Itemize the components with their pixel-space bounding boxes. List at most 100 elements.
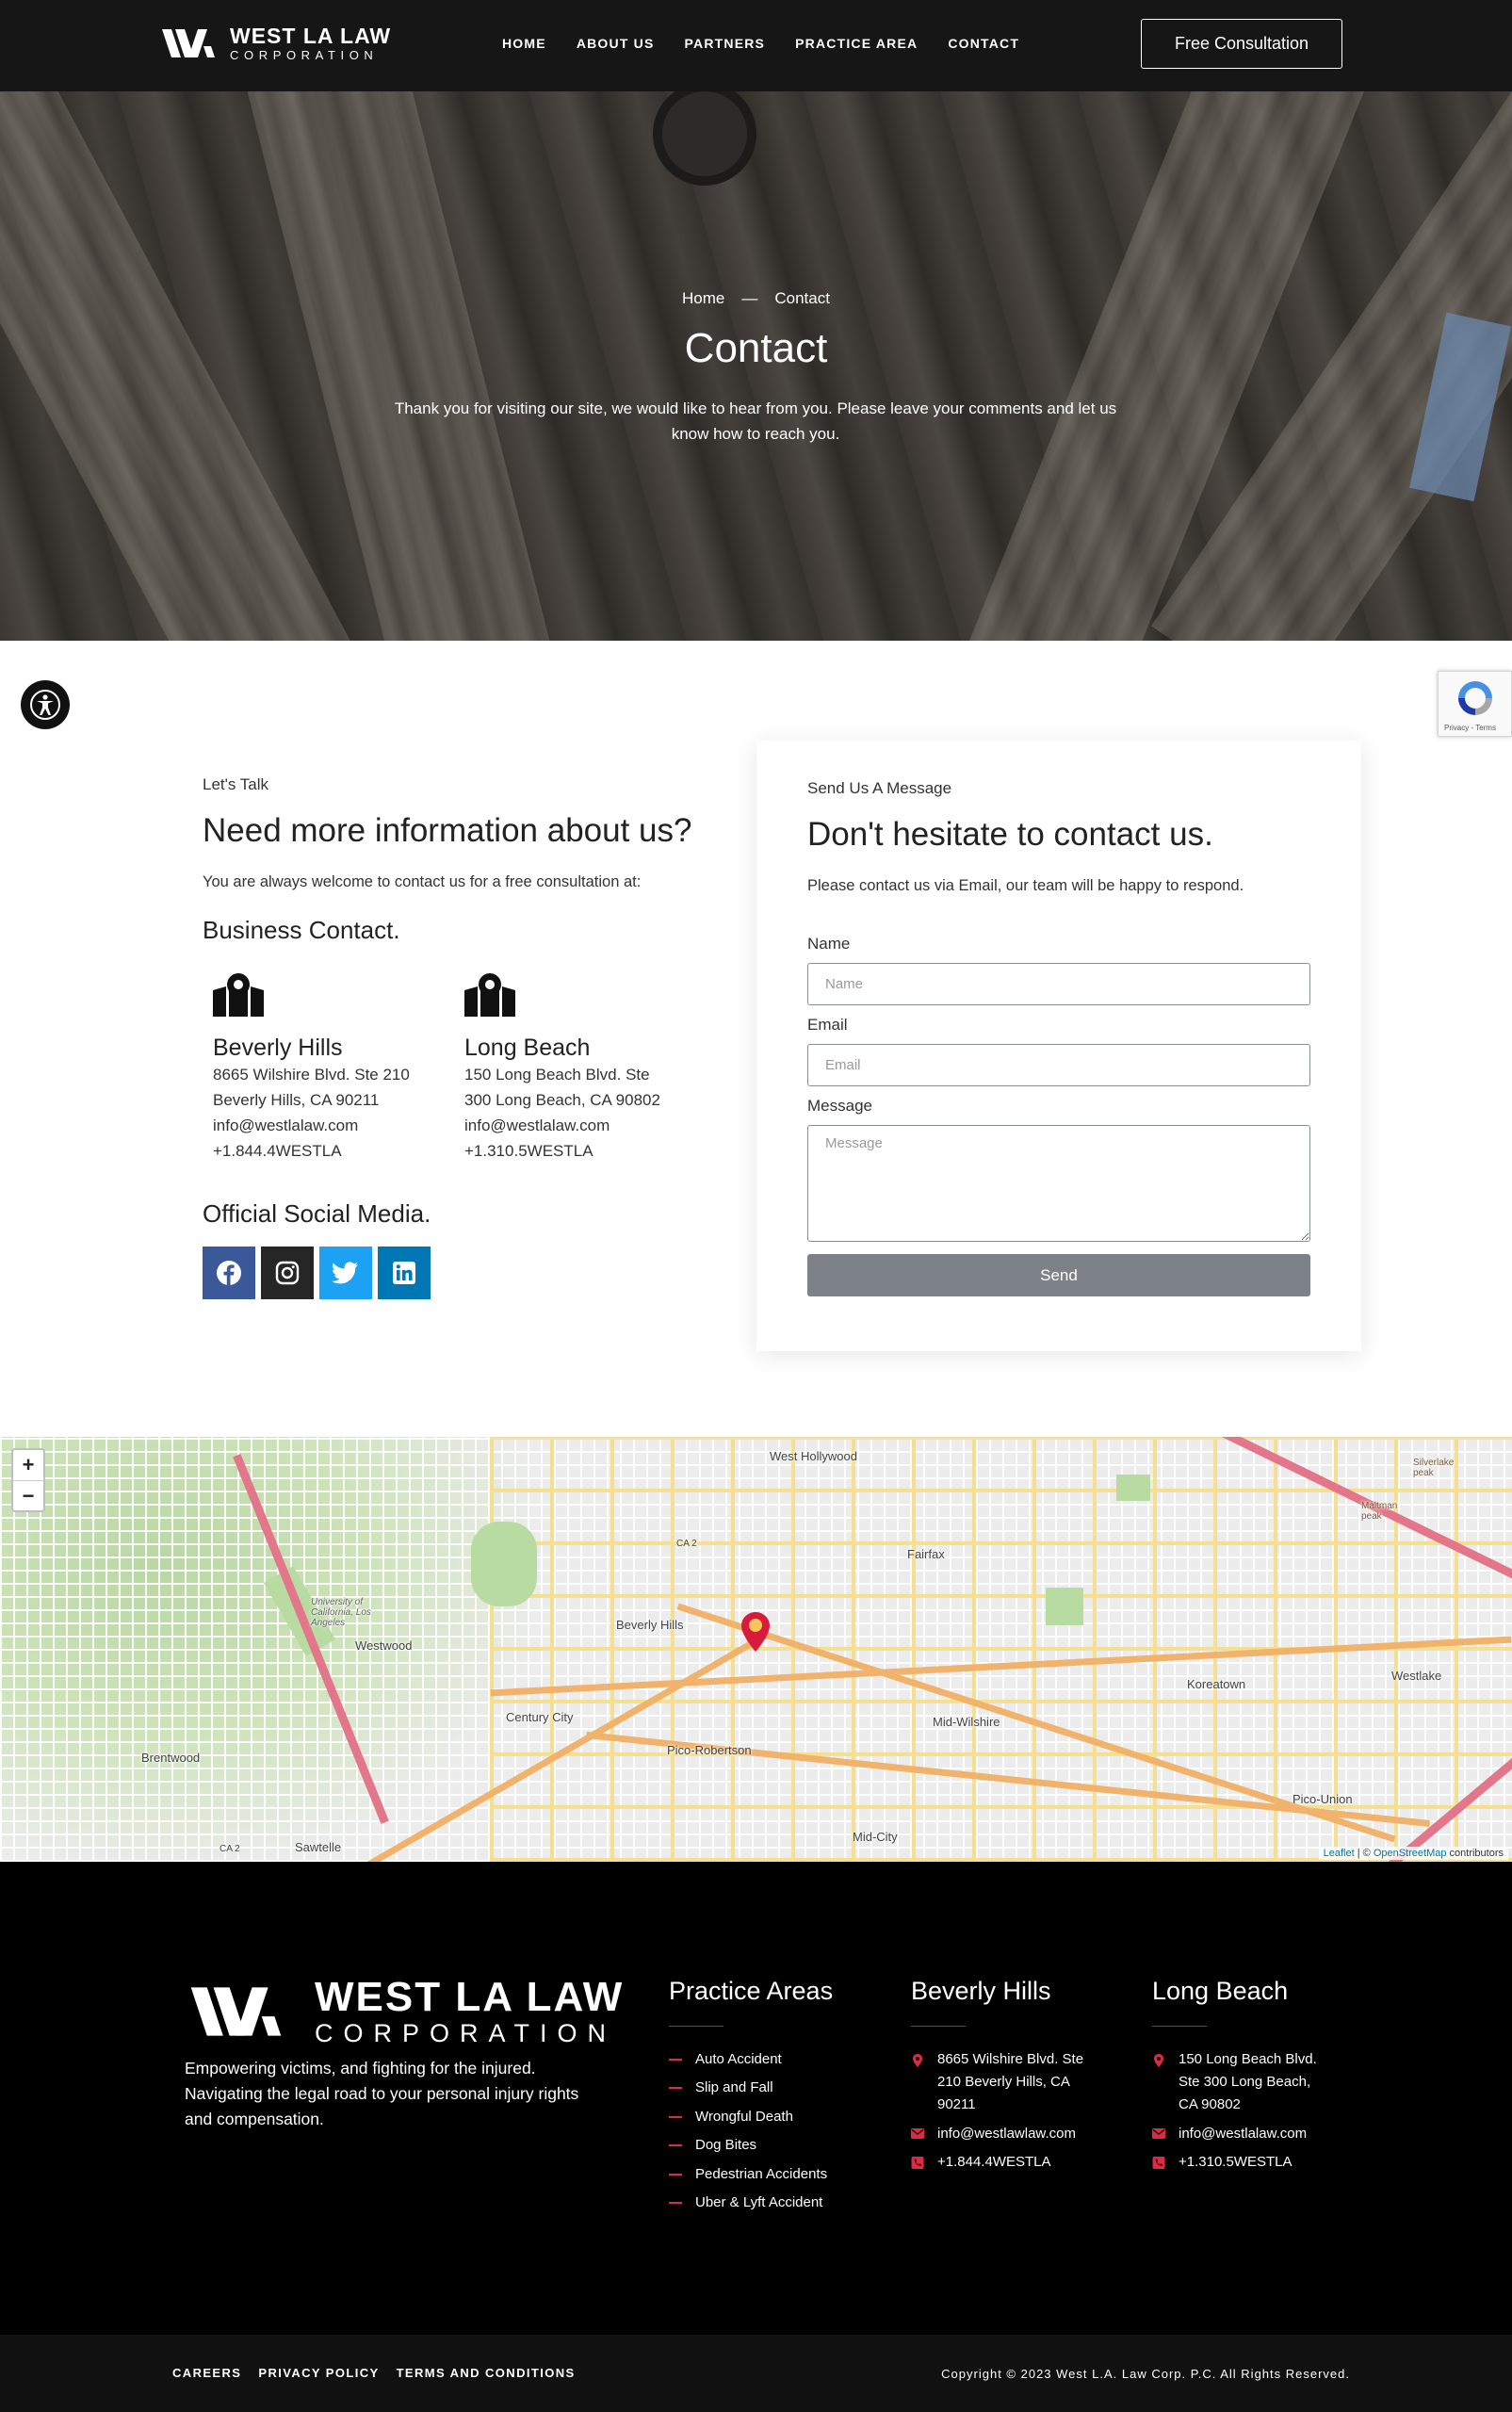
form-heading: Don't hesitate to contact us.: [807, 816, 1213, 853]
free-consultation-button[interactable]: Free Consultation: [1141, 19, 1342, 69]
nav-partners[interactable]: PARTNERS: [685, 36, 766, 51]
contact-eyebrow: Let's Talk: [203, 775, 269, 793]
nav-contact[interactable]: CONTACT: [948, 36, 1019, 51]
map-marker[interactable]: [741, 1612, 770, 1656]
map-road-label: CA 2: [219, 1844, 240, 1854]
map-marker-icon: [913, 2054, 922, 2067]
dash-icon: [669, 2173, 682, 2176]
footer-practice-link[interactable]: Wrongful Death: [669, 2109, 793, 2125]
location-marker-icon: [741, 1612, 770, 1652]
map-label: West Hollywood: [770, 1449, 857, 1463]
envelope-icon: [911, 2128, 924, 2139]
main-nav: HOME ABOUT US PARTNERS PRACTICE AREA CON…: [502, 36, 1019, 51]
breadcrumb-current: Contact: [774, 289, 830, 307]
nav-practice-area[interactable]: PRACTICE AREA: [795, 36, 918, 51]
facebook-link[interactable]: [203, 1247, 255, 1299]
footer-bh-address-text: 8665 Wilshire Blvd. Ste 210 Beverly Hill…: [937, 2051, 1084, 2112]
office-name: Long Beach: [464, 1035, 591, 1061]
footer-logo[interactable]: WEST LA LAW CORPORATION: [185, 1977, 624, 2046]
footer-bh-phone-text: +1.844.4WESTLA: [937, 2154, 1051, 2170]
nav-about-us[interactable]: ABOUT US: [577, 36, 655, 51]
footer-lb-phone-text: +1.310.5WESTLA: [1179, 2154, 1293, 2170]
footer-bh-phone[interactable]: +1.844.4WESTLA: [911, 2151, 1050, 2174]
hero-subtitle: Thank you for visiting our site, we woul…: [394, 399, 1117, 443]
email-input[interactable]: [807, 1044, 1310, 1086]
message-label: Message: [807, 1097, 872, 1115]
footer-logo-line2: CORPORATION: [315, 2019, 617, 2047]
dash-icon: [669, 2086, 682, 2089]
copyright-text: Copyright © 2023 West L.A. Law Corp. P.C…: [941, 2367, 1350, 2381]
map-label: University of California, Los Angeles: [311, 1597, 371, 1628]
contact-heading: Need more information about us?: [203, 812, 692, 849]
footer-lb-address-text: 150 Long Beach Blvd. Ste 300 Long Beach,…: [1179, 2051, 1317, 2112]
bottom-links: CAREERS PRIVACY POLICY TERMS AND CONDITI…: [172, 2366, 576, 2380]
map-marker-icon: [1154, 2054, 1163, 2067]
office-email[interactable]: info@westlalaw.com: [464, 1113, 709, 1138]
accessibility-button[interactable]: [21, 680, 70, 729]
osm-link[interactable]: OpenStreetMap: [1374, 1848, 1447, 1859]
office-address-line1: 150 Long Beach Blvd. Ste: [464, 1066, 650, 1084]
map-label: Maltman peak: [1361, 1501, 1398, 1522]
recaptcha-logo-icon: [1458, 681, 1492, 715]
terms-link[interactable]: TERMS AND CONDITIONS: [397, 2366, 576, 2380]
zoom-in-button[interactable]: +: [13, 1450, 43, 1480]
privacy-policy-link[interactable]: PRIVACY POLICY: [258, 2366, 379, 2380]
phone-icon: [911, 2157, 924, 2169]
footer-lb-address: 150 Long Beach Blvd. Ste 300 Long Beach,…: [1152, 2048, 1331, 2116]
map-pin-icon: [213, 973, 264, 1017]
map-label: Beverly Hills: [616, 1618, 684, 1632]
dash-icon: [669, 2058, 682, 2061]
office-address-line2: Beverly Hills, CA 90211: [213, 1091, 380, 1109]
footer-lb-email[interactable]: info@westlalaw.com: [1152, 2123, 1307, 2145]
zoom-out-button[interactable]: −: [13, 1480, 43, 1510]
footer-practice-label: Wrongful Death: [695, 2109, 793, 2125]
business-contact-heading: Business Contact.: [203, 916, 400, 944]
office-phone[interactable]: +1.844.4WESTLA: [213, 1138, 458, 1164]
twitter-link[interactable]: [319, 1247, 372, 1299]
footer-bh-email-text: info@westlawlaw.com: [937, 2126, 1076, 2142]
map-label: Westwood: [355, 1638, 413, 1653]
map-attribution: Leaflet | © OpenStreetMap contributors: [1318, 1847, 1508, 1860]
recaptcha-badge[interactable]: Privacy - Terms: [1438, 671, 1512, 737]
twitter-icon: [333, 1262, 358, 1284]
careers-link[interactable]: CAREERS: [172, 2366, 241, 2380]
footer-practice-link[interactable]: Dog Bites: [669, 2137, 756, 2153]
site-footer: WEST LA LAW CORPORATION Empowering victi…: [0, 1862, 1512, 2335]
message-textarea[interactable]: [807, 1125, 1310, 1242]
breadcrumb: Home — Contact: [0, 289, 1512, 308]
name-input[interactable]: [807, 963, 1310, 1005]
footer-practice-link[interactable]: Uber & Lyft Accident: [669, 2194, 822, 2210]
footer-lb-phone[interactable]: +1.310.5WESTLA: [1152, 2151, 1292, 2174]
map-label: Mid-Wilshire: [933, 1715, 1000, 1729]
logo-line1: WEST LA LAW: [230, 24, 392, 48]
footer-practice-link[interactable]: Auto Accident: [669, 2051, 782, 2067]
footer-practice-link[interactable]: Slip and Fall: [669, 2079, 773, 2095]
hero-banner: Home — Contact Contact Thank you for visit…: [0, 91, 1512, 641]
instagram-link[interactable]: [261, 1247, 314, 1299]
footer-title-rule: [911, 2026, 966, 2027]
footer-title-rule: [1152, 2026, 1207, 2027]
breadcrumb-home[interactable]: Home: [682, 289, 724, 307]
office-name: Beverly Hills: [213, 1035, 343, 1061]
linkedin-link[interactable]: [378, 1247, 431, 1299]
header-logo[interactable]: WEST LA LAW CORPORATION: [162, 25, 391, 61]
nav-home[interactable]: HOME: [502, 36, 546, 51]
footer-practice-link[interactable]: Pedestrian Accidents: [669, 2166, 827, 2182]
location-map[interactable]: West Hollywood Fairfax Beverly Hills Wes…: [0, 1437, 1512, 1862]
office-phone[interactable]: +1.310.5WESTLA: [464, 1138, 709, 1164]
attribution-separator: | ©: [1354, 1848, 1374, 1859]
logo-mark-icon: [190, 1987, 282, 2036]
map-label: Mid-City: [853, 1830, 898, 1844]
leaflet-link[interactable]: Leaflet: [1324, 1848, 1355, 1859]
map-road-label: CA 2: [676, 1539, 697, 1549]
dash-icon: [669, 2143, 682, 2146]
form-eyebrow: Send Us A Message: [807, 779, 952, 797]
office-email[interactable]: info@westlalaw.com: [213, 1113, 458, 1138]
dash-icon: [669, 2115, 682, 2118]
footer-bh-email[interactable]: info@westlawlaw.com: [911, 2123, 1076, 2145]
footer-practice-title: Practice Areas: [669, 1977, 834, 2005]
map-label: Fairfax: [907, 1547, 945, 1561]
footer-logo-line1: WEST LA LAW: [315, 1974, 625, 2020]
send-button[interactable]: Send: [807, 1254, 1310, 1296]
footer-title-rule: [669, 2026, 723, 2027]
